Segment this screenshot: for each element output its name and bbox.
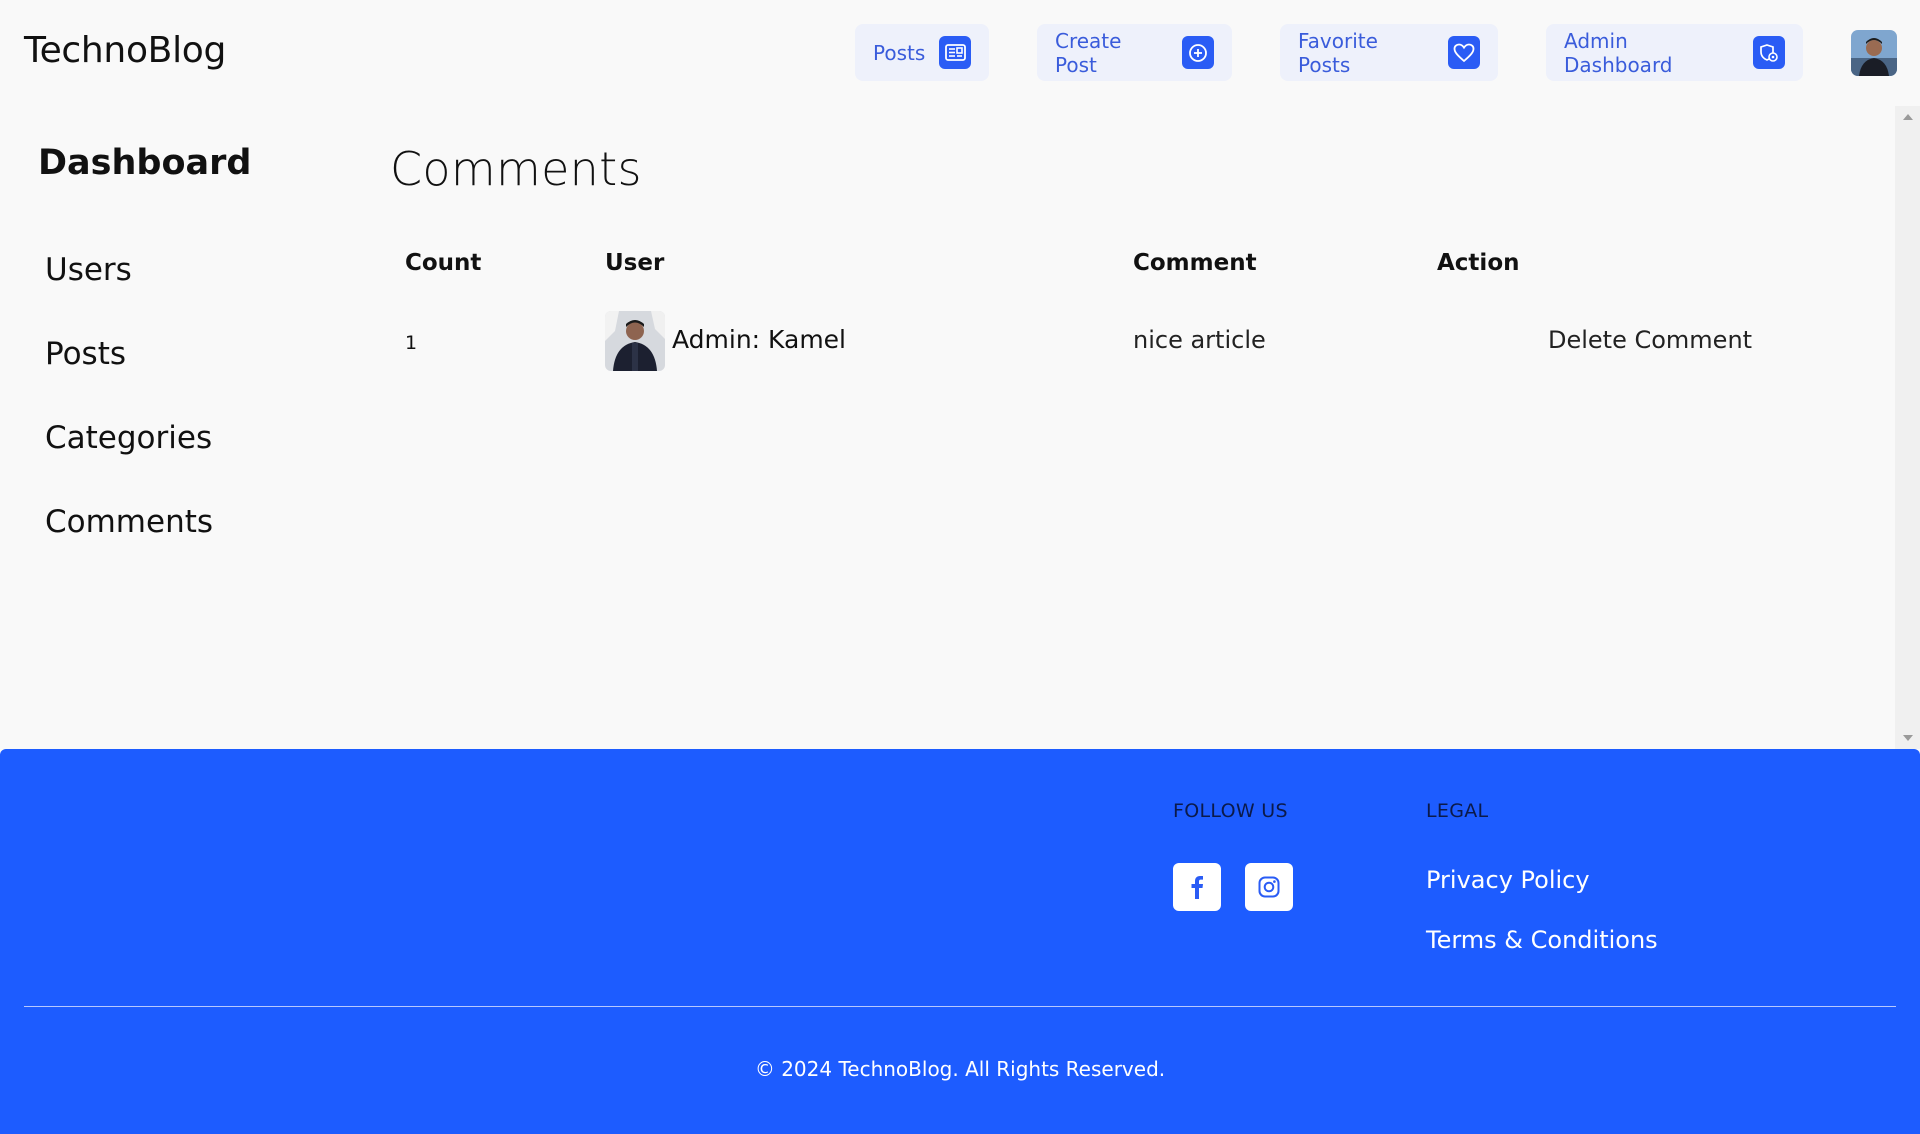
nav-admin-dashboard-label: Admin Dashboard bbox=[1564, 28, 1673, 77]
legal-heading: LEGAL bbox=[1426, 800, 1489, 822]
sidebar-item-users[interactable]: Users bbox=[45, 252, 132, 288]
nav-posts-label: Posts bbox=[873, 40, 926, 65]
column-header-count: Count bbox=[405, 250, 482, 276]
instagram-link[interactable] bbox=[1245, 863, 1293, 911]
nav-admin-dashboard-button[interactable]: Admin Dashboard bbox=[1546, 24, 1803, 81]
comment-text-cell: nice article bbox=[1133, 326, 1266, 354]
follow-us-heading: FOLLOW US bbox=[1173, 800, 1288, 822]
plus-circle-icon bbox=[1181, 36, 1214, 69]
heart-icon bbox=[1447, 36, 1480, 69]
nav-favorite-posts-label: Favorite Posts bbox=[1298, 28, 1378, 77]
comment-user-cell: Admin: Kamel bbox=[672, 325, 846, 354]
sidebar-item-comments[interactable]: Comments bbox=[45, 504, 213, 540]
newspaper-icon bbox=[939, 36, 971, 69]
facebook-icon bbox=[1191, 876, 1203, 899]
nav-posts-button[interactable]: Posts bbox=[855, 24, 989, 81]
user-avatar[interactable] bbox=[1851, 30, 1897, 76]
site-footer: FOLLOW US LEGAL Privacy Policy Terms & C… bbox=[0, 749, 1920, 1134]
column-header-user: User bbox=[605, 250, 665, 276]
facebook-link[interactable] bbox=[1173, 863, 1221, 911]
nav-favorite-posts-button[interactable]: Favorite Posts bbox=[1280, 24, 1498, 81]
site-logo[interactable]: TechnoBlog bbox=[24, 30, 226, 71]
nav-create-post-label: Create Post bbox=[1055, 28, 1122, 77]
footer-divider bbox=[24, 1006, 1896, 1007]
admin-shield-icon bbox=[1752, 36, 1785, 69]
instagram-icon bbox=[1258, 876, 1280, 898]
delete-comment-button[interactable]: Delete Comment bbox=[1548, 326, 1752, 354]
privacy-policy-link[interactable]: Privacy Policy bbox=[1426, 866, 1590, 894]
commenter-avatar bbox=[605, 311, 665, 371]
nav-create-post-button[interactable]: Create Post bbox=[1037, 24, 1232, 81]
column-header-comment: Comment bbox=[1133, 250, 1257, 276]
terms-conditions-link[interactable]: Terms & Conditions bbox=[1426, 926, 1658, 954]
sidebar-item-categories[interactable]: Categories bbox=[45, 420, 212, 456]
scroll-down-arrow-icon[interactable] bbox=[1903, 735, 1913, 741]
scroll-up-arrow-icon[interactable] bbox=[1903, 114, 1913, 120]
top-navbar: TechnoBlog Posts Create Post Favorite Po… bbox=[0, 0, 1920, 106]
page-scrollbar[interactable] bbox=[1895, 106, 1920, 749]
copyright-text: © 2024 TechnoBlog. All Rights Reserved. bbox=[754, 1057, 1166, 1081]
page-title: Comments bbox=[390, 142, 642, 196]
sidebar-title: Dashboard bbox=[38, 143, 252, 183]
column-header-action: Action bbox=[1437, 250, 1520, 276]
comment-count-cell: 1 bbox=[405, 332, 418, 354]
sidebar-item-posts[interactable]: Posts bbox=[45, 336, 126, 372]
